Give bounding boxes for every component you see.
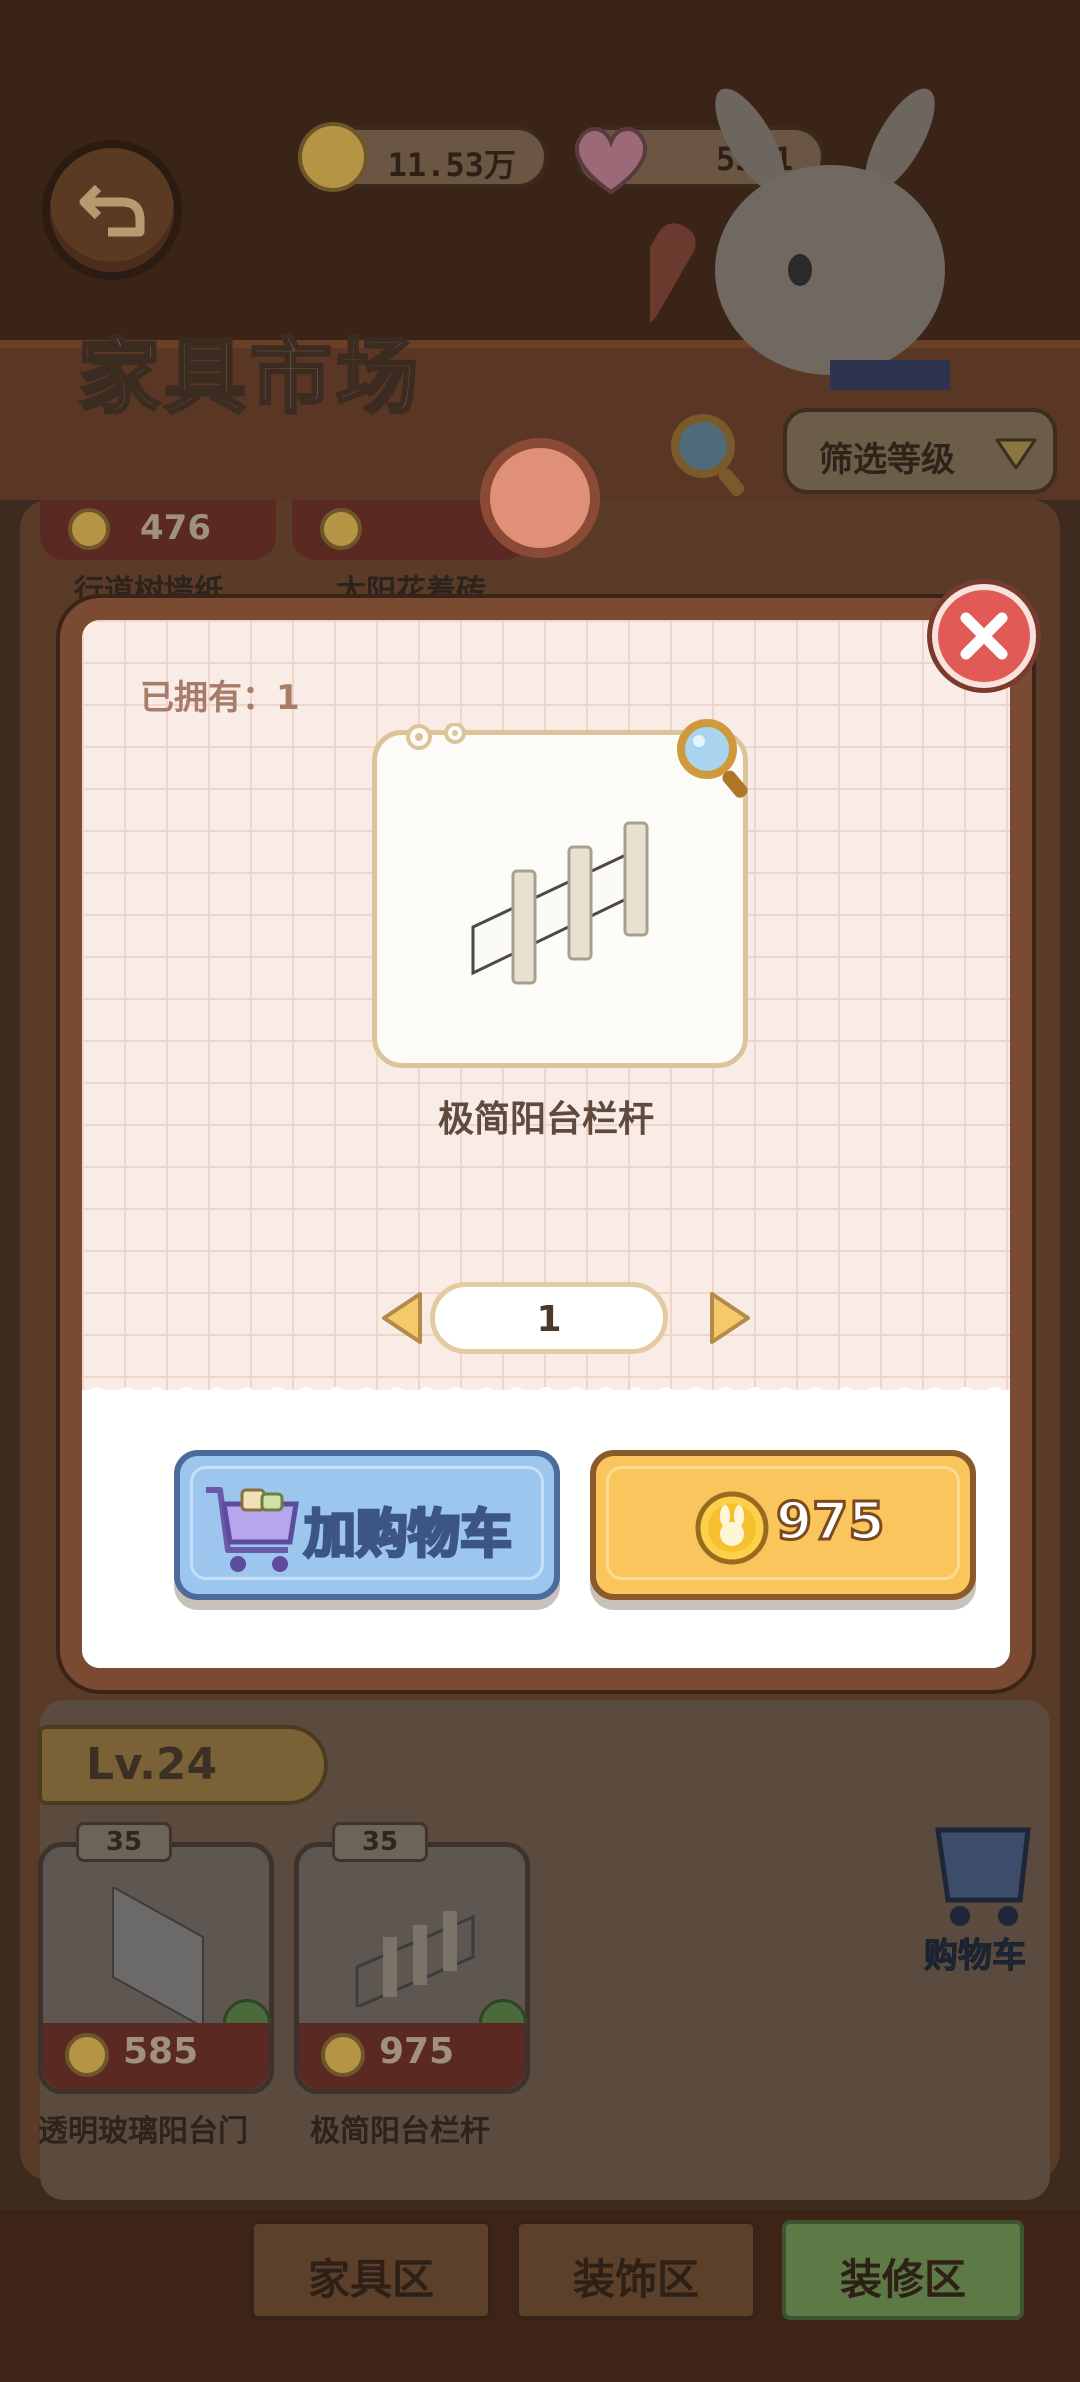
coin-amount: 11.53万 — [387, 146, 516, 184]
coin-icon — [695, 1491, 769, 1565]
card-price-bar: 975 — [299, 2023, 525, 2089]
increase-quantity-arrow-icon[interactable] — [708, 1290, 754, 1346]
balcony-railing-icon — [471, 821, 649, 985]
tab-furniture[interactable]: 家具区 — [250, 2220, 492, 2320]
card-price: 585 — [123, 2031, 199, 2072]
bunny-mascot-icon — [650, 88, 950, 390]
item-card[interactable]: 585 — [38, 1842, 274, 2094]
card-level-tag: 35 — [76, 1822, 172, 1862]
card-name: 透明玻璃阳台门 — [38, 2114, 248, 2149]
add-to-cart-button[interactable]: 加购物车 — [174, 1450, 560, 1600]
shopping-cart-icon — [206, 1487, 299, 1572]
shopping-cart-icon — [935, 1827, 1031, 1926]
coin-icon — [320, 508, 362, 550]
owned-count: 已拥有：1 — [140, 678, 300, 718]
card-name: 极简阳台栏杆 — [310, 2114, 490, 2149]
card-level-tag: 35 — [332, 1822, 428, 1862]
tab-label: 装修区 — [839, 2255, 966, 2304]
level-label: Lv.24 — [86, 1739, 218, 1790]
page-title: 家具市场 — [76, 329, 423, 427]
filter-label: 筛选等级 — [819, 440, 955, 480]
sign-hanger — [480, 438, 600, 558]
search-icon[interactable] — [667, 410, 751, 500]
tab-label: 家具区 — [307, 2255, 434, 2304]
shopping-cart-button[interactable]: 购物车 — [900, 1820, 1050, 1980]
chevron-down-icon — [995, 438, 1037, 470]
quantity-value: 1 — [536, 1299, 562, 1340]
tab-label: 装饰区 — [572, 2255, 699, 2304]
back-button[interactable] — [42, 140, 182, 280]
flower-decoration-icon — [406, 723, 466, 750]
decrease-quantity-arrow-icon[interactable] — [378, 1290, 424, 1346]
heart-icon — [574, 127, 648, 195]
coin-icon — [65, 2033, 109, 2077]
filter-level-button[interactable]: 筛选等级 — [783, 408, 1057, 494]
tab-renovation[interactable]: 装修区 — [782, 2220, 1024, 2320]
card-price-partial: 476 — [40, 500, 276, 560]
item-purchase-dialog: 已拥有：1 极简阳台栏杆 1 加购物车 975 — [60, 598, 1032, 1690]
add-to-cart-label: 加购物车 — [302, 1504, 513, 1567]
quantity-field[interactable]: 1 — [430, 1282, 668, 1354]
item-card[interactable]: 975 — [294, 1842, 530, 2094]
railing-icon — [355, 1911, 475, 2007]
card-price: 975 — [379, 2031, 455, 2072]
zoom-icon[interactable] — [673, 715, 757, 805]
item-preview — [372, 719, 748, 1068]
close-button[interactable] — [932, 584, 1036, 688]
card-price-bar: 585 — [43, 2023, 269, 2089]
card-level: 35 — [105, 1827, 143, 1857]
coin-icon — [68, 508, 110, 550]
glass-door-icon — [112, 1887, 204, 2027]
close-icon — [960, 612, 1008, 660]
tab-decoration[interactable]: 装饰区 — [515, 2220, 757, 2320]
coin-balance: 11.53万 — [298, 122, 548, 192]
coin-icon — [298, 122, 368, 192]
shopping-cart-label: 购物车 — [924, 1936, 1027, 1977]
back-arrow-icon — [79, 184, 145, 237]
scallop-divider — [82, 1387, 1010, 1402]
level-tag: Lv.24 — [38, 1725, 328, 1805]
card-level: 35 — [361, 1827, 399, 1857]
coin-icon — [321, 2033, 365, 2077]
buy-button[interactable]: 975 — [590, 1450, 976, 1600]
item-name: 极简阳台栏杆 — [437, 1099, 654, 1140]
card-price: 476 — [140, 508, 211, 548]
buy-price: 975 — [775, 1491, 887, 1554]
